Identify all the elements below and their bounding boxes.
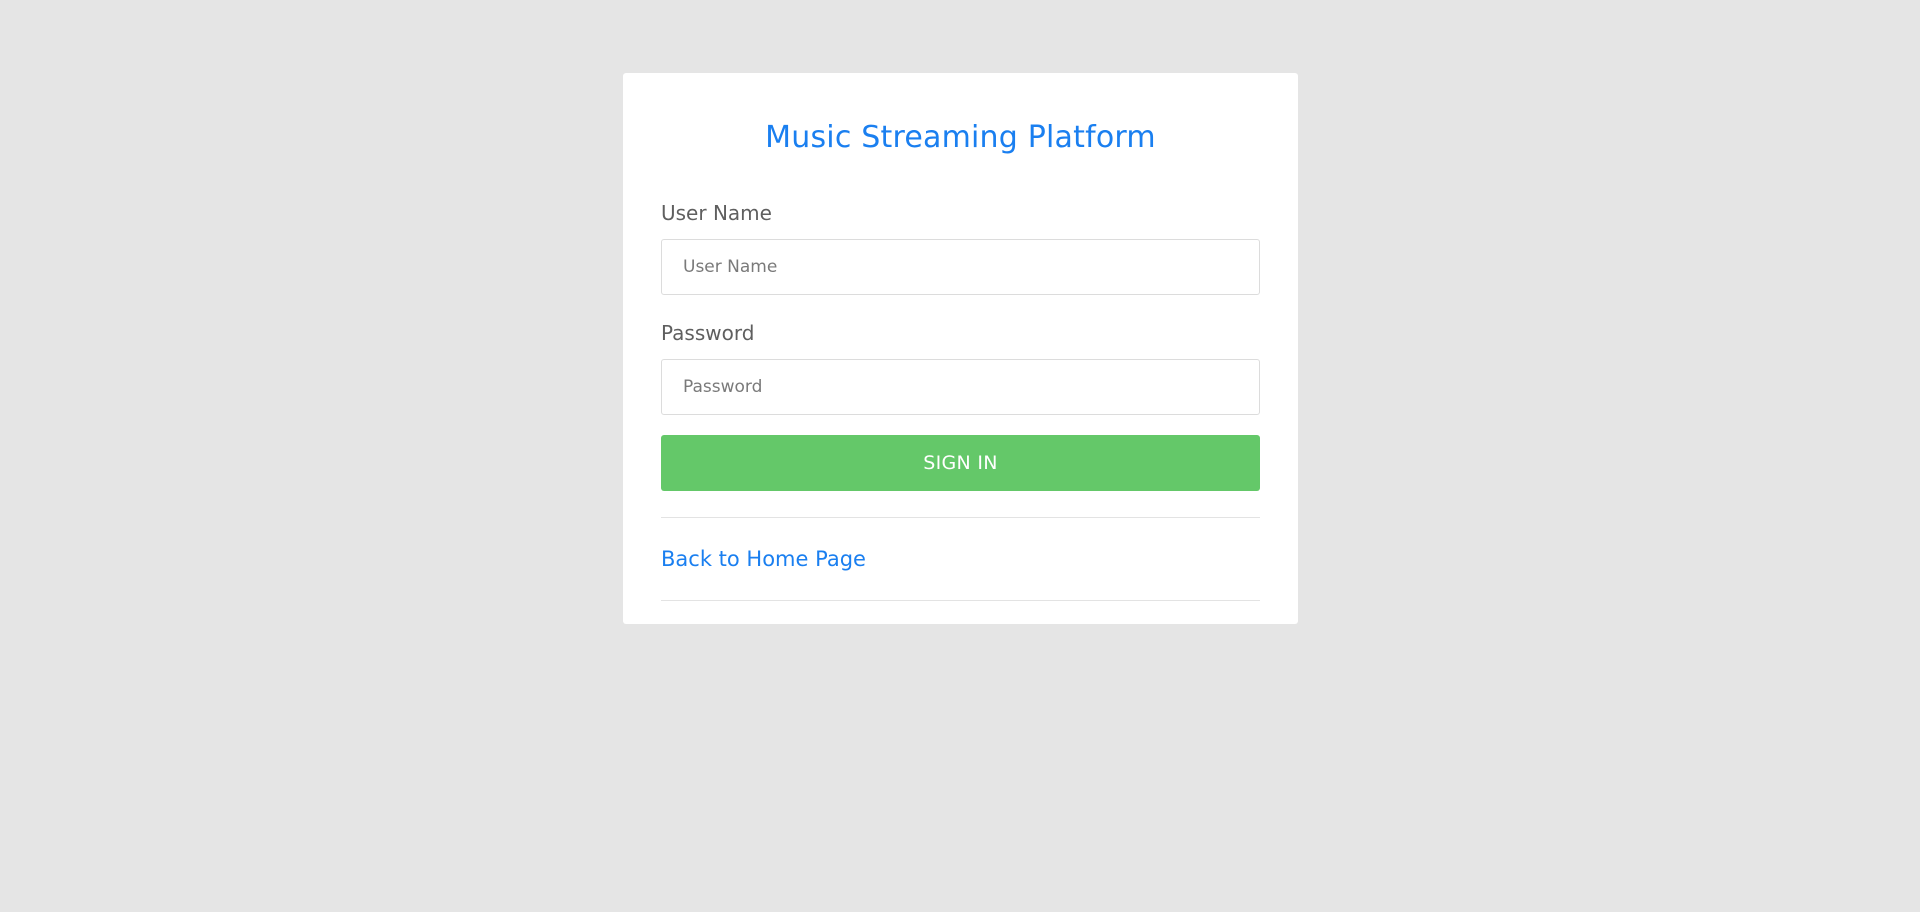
login-page: Music Streaming Platform User Name Passw… — [0, 0, 1920, 912]
username-label: User Name — [661, 201, 772, 225]
divider-bottom — [661, 600, 1260, 601]
back-to-home-link[interactable]: Back to Home Page — [661, 547, 866, 571]
signin-button[interactable]: SIGN IN — [661, 435, 1260, 491]
page-title: Music Streaming Platform — [765, 120, 1156, 155]
home-link-row: Back to Home Page — [661, 518, 1260, 600]
login-form: User Name Password SIGN IN — [661, 201, 1260, 491]
username-input[interactable] — [661, 239, 1260, 295]
password-input[interactable] — [661, 359, 1260, 415]
login-card: Music Streaming Platform User Name Passw… — [623, 73, 1298, 624]
password-label: Password — [661, 321, 755, 345]
